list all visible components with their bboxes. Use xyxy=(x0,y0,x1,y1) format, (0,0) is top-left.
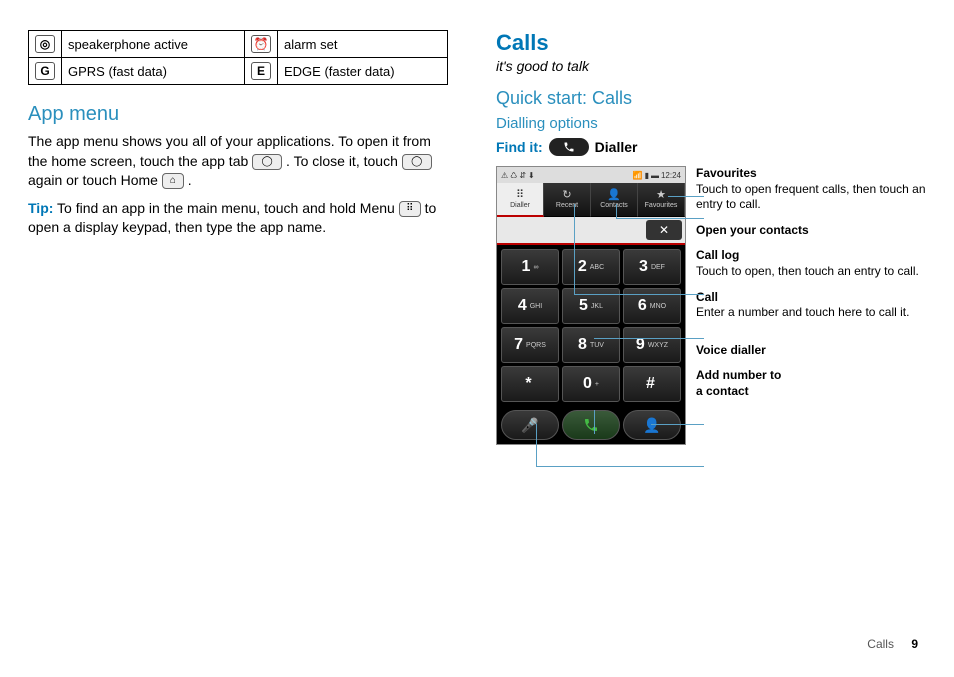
text: To find an app in the main menu, touch a… xyxy=(57,200,399,216)
home-icon: ⌂ xyxy=(162,173,184,189)
tab-label: Dialler xyxy=(510,202,530,209)
find-it-label: Find it: xyxy=(496,139,543,155)
dialling-options-heading: Dialling options xyxy=(496,115,926,132)
key-4[interactable]: 4GHI xyxy=(501,288,559,324)
key-hash[interactable]: # xyxy=(623,366,681,402)
voice-dial-button[interactable]: 🎤 xyxy=(501,410,559,440)
callout-label: Call log xyxy=(696,248,926,264)
tab-dialler[interactable]: ⠿Dialler xyxy=(497,183,544,217)
tab-recent[interactable]: ↻Recent xyxy=(544,183,591,217)
callout-label: Call xyxy=(696,290,926,306)
wifi-icon: 📶 xyxy=(633,171,643,180)
callout-call: Call Enter a number and touch here to ca… xyxy=(696,290,926,321)
icon-label: speakerphone active xyxy=(62,31,245,58)
number-input[interactable] xyxy=(497,217,643,243)
alarm-icon: ⏰ xyxy=(251,35,271,53)
page-footer: Calls 9 xyxy=(867,637,918,651)
callout-text: Touch to open, then touch an entry to ca… xyxy=(696,264,926,280)
clock-text: 12:24 xyxy=(661,171,681,180)
left-column: ◎ speakerphone active ⏰ alarm set G GPRS… xyxy=(28,30,448,445)
tab-label: Favourites xyxy=(645,202,678,209)
find-it-row: Find it: Dialler xyxy=(496,138,926,156)
icon-label: GPRS (fast data) xyxy=(62,58,245,85)
tab-favourites[interactable]: ★Favourites xyxy=(638,183,685,217)
add-contact-button[interactable]: 👤 xyxy=(623,410,681,440)
footer-section: Calls xyxy=(867,637,894,651)
app-tab-icon: ◯ xyxy=(402,154,432,170)
callout-label: Voice dialler xyxy=(696,343,926,359)
app-menu-heading: App menu xyxy=(28,103,448,126)
table-row: ◎ speakerphone active ⏰ alarm set xyxy=(29,31,448,58)
quick-start-heading: Quick start: Calls xyxy=(496,88,926,109)
status-right-icons: 📶 ▮ ▬ 12:24 xyxy=(633,171,681,180)
battery-icon: ▬ xyxy=(651,171,659,180)
tip-label: Tip: xyxy=(28,200,53,216)
key-3[interactable]: 3DEF xyxy=(623,249,681,285)
keypad: 1∞ 2ABC 3DEF 4GHI 5JKL 6MNO 7PQRS 8TUV 9… xyxy=(497,245,685,406)
sync-icon: ♺ xyxy=(510,171,517,180)
callout-open-contacts: Open your contacts xyxy=(696,223,926,239)
icon-label: EDGE (faster data) xyxy=(277,58,447,85)
phone-diagram: ⚠ ♺ ⇵ ⬇ 📶 ▮ ▬ 12:24 ⠿Dialler ↻Recent xyxy=(496,166,926,445)
key-9[interactable]: 9WXYZ xyxy=(623,327,681,363)
status-bar: ⚠ ♺ ⇵ ⬇ 📶 ▮ ▬ 12:24 xyxy=(497,167,685,183)
callout-label: Add number to xyxy=(696,368,926,384)
backspace-button[interactable]: ✕ xyxy=(646,220,682,240)
usb-icon: ⇵ xyxy=(519,171,526,180)
callout-add-number: Add number to a contact xyxy=(696,368,926,399)
download-icon: ⬇ xyxy=(528,171,535,180)
callout-text: Touch to open frequent calls, then touch… xyxy=(696,182,926,213)
signal-icon: ▮ xyxy=(645,171,649,180)
favourites-tab-icon: ★ xyxy=(656,190,666,201)
callouts: Favourites Touch to open frequent calls,… xyxy=(696,166,926,410)
tab-contacts[interactable]: 👤Contacts xyxy=(591,183,638,217)
bottom-row: 🎤 👤 xyxy=(497,406,685,444)
callout-favourites: Favourites Touch to open frequent calls,… xyxy=(696,166,926,213)
callout-voice-dialler: Voice dialler xyxy=(696,343,926,359)
footer-page-number: 9 xyxy=(911,637,918,651)
right-column: Calls it's good to talk Quick start: Cal… xyxy=(496,30,926,445)
tabs-row: ⠿Dialler ↻Recent 👤Contacts ★Favourites xyxy=(497,183,685,217)
find-it-value: Dialler xyxy=(595,139,638,155)
text: . xyxy=(188,172,192,188)
warning-icon: ⚠ xyxy=(501,171,508,180)
callout-label: Favourites xyxy=(696,166,926,182)
text: again or touch Home xyxy=(28,172,162,188)
page-columns: ◎ speakerphone active ⏰ alarm set G GPRS… xyxy=(28,30,926,445)
calls-tagline: it's good to talk xyxy=(496,58,926,74)
edge-icon: E xyxy=(251,62,271,80)
phone-mockup: ⚠ ♺ ⇵ ⬇ 📶 ▮ ▬ 12:24 ⠿Dialler ↻Recent xyxy=(496,166,686,445)
callout-label: Open your contacts xyxy=(696,223,926,239)
callout-text: Enter a number and touch here to call it… xyxy=(696,305,926,321)
recent-tab-icon: ↻ xyxy=(562,190,571,201)
key-star[interactable]: * xyxy=(501,366,559,402)
dialler-tab-icon: ⠿ xyxy=(516,190,524,201)
status-left-icons: ⚠ ♺ ⇵ ⬇ xyxy=(501,171,535,180)
menu-icon: ⠿ xyxy=(399,201,421,217)
callout-call-log: Call log Touch to open, then touch an en… xyxy=(696,248,926,279)
contacts-tab-icon: 👤 xyxy=(607,190,621,201)
calls-heading: Calls xyxy=(496,30,926,56)
gprs-icon: G xyxy=(35,62,55,80)
dialler-pill-icon xyxy=(549,138,589,156)
status-icons-table: ◎ speakerphone active ⏰ alarm set G GPRS… xyxy=(28,30,448,85)
callout-text: a contact xyxy=(696,384,926,400)
tip-body: Tip: To find an app in the main menu, to… xyxy=(28,199,448,238)
key-8[interactable]: 8TUV xyxy=(562,327,620,363)
key-0[interactable]: 0+ xyxy=(562,366,620,402)
app-tab-icon: ◯ xyxy=(252,154,282,170)
app-menu-body: The app menu shows you all of your appli… xyxy=(28,132,448,191)
tab-label: Contacts xyxy=(600,202,628,209)
key-2[interactable]: 2ABC xyxy=(562,249,620,285)
number-input-row: ✕ xyxy=(497,217,685,245)
text: . To close it, touch xyxy=(286,153,402,169)
key-1[interactable]: 1∞ xyxy=(501,249,559,285)
table-row: G GPRS (fast data) E EDGE (faster data) xyxy=(29,58,448,85)
speakerphone-icon: ◎ xyxy=(35,35,55,53)
call-button[interactable] xyxy=(562,410,620,440)
key-7[interactable]: 7PQRS xyxy=(501,327,559,363)
icon-label: alarm set xyxy=(277,31,447,58)
